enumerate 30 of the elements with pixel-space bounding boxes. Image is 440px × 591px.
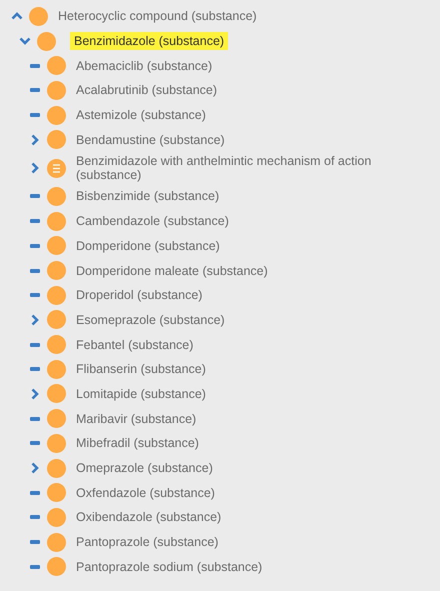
concept-label[interactable]: Benzimidazole with anthelmintic mechanism of action (substance) [76,152,430,184]
concept-label[interactable]: Domperidone (substance) [76,236,220,255]
concept-label[interactable]: Bisbenzimide (substance) [76,187,220,206]
concept-label[interactable]: Bendamustine (substance) [76,130,225,149]
concept-label[interactable]: Omeprazole (substance) [76,459,213,478]
concept-label[interactable]: Pantoprazole sodium (substance) [76,558,262,576]
concept-label[interactable]: Maribavir (substance) [76,410,196,428]
concept-label[interactable]: Benzimidazole (substance) [70,32,228,50]
concept-label[interactable]: Heterocyclic compound (substance) [58,7,257,26]
concept-label[interactable]: Oxibendazole (substance) [76,508,222,526]
chevron-right-icon[interactable] [31,462,39,474]
chevron-right-icon[interactable] [31,162,39,174]
concept-label[interactable]: Droperidol (substance) [76,286,202,304]
collapse-icon[interactable] [11,12,23,20]
concept-label[interactable]: Astemizole (substance) [76,106,206,124]
concept-label[interactable]: Febantel (substance) [76,336,194,354]
chevron-right-icon[interactable] [31,134,39,146]
concept-label[interactable]: Cambendazole (substance) [76,212,229,230]
expand-icon[interactable] [19,37,31,46]
chevron-right-icon[interactable] [31,388,39,400]
concept-label[interactable]: Abemaciclib (substance) [76,56,212,75]
chevron-right-icon[interactable] [31,314,39,326]
concept-label[interactable]: Lomitapide (substance) [76,384,206,403]
concept-label[interactable]: Acalabrutinib (substance) [76,81,218,100]
concept-label[interactable]: Oxfendazole (substance) [76,484,215,502]
concept-label[interactable]: Mibefradil (substance) [76,434,199,452]
concept-label[interactable]: Flibanserin (substance) [76,360,206,378]
concept-label[interactable]: Pantoprazole (substance) [76,533,218,552]
concept-label[interactable]: Domperidone maleate (substance) [76,262,268,280]
concept-label[interactable]: Esomeprazole (substance) [76,310,225,329]
